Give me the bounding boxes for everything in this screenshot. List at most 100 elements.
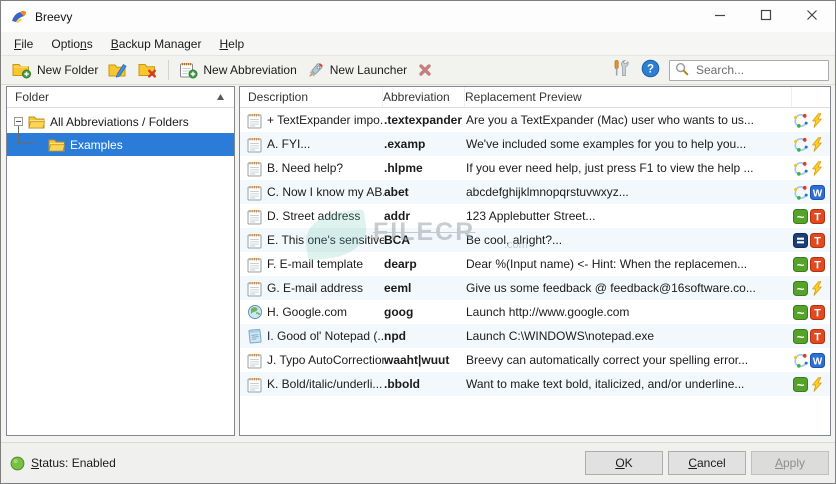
memo-icon — [247, 352, 267, 369]
settings-tools-icon[interactable] — [611, 59, 632, 81]
close-button[interactable] — [789, 1, 835, 32]
menu-item-help[interactable]: Help — [210, 34, 253, 54]
new-folder-icon — [12, 61, 32, 79]
toolbar-separator — [168, 60, 170, 80]
column-header-replacement-preview[interactable]: Replacement Preview — [465, 87, 792, 107]
svg-text:~: ~ — [797, 257, 805, 272]
table-row[interactable]: F. E-mail template dearp Dear %(Input name… — [240, 252, 830, 276]
row-preview: Be cool, alright?... — [466, 233, 563, 247]
breevy-window: Breevy File Options Backup Manager Help … — [0, 0, 836, 484]
memo-icon — [247, 280, 267, 297]
column-header-abbreviation[interactable]: Abbreviation — [383, 87, 465, 107]
svg-text:~: ~ — [797, 209, 805, 224]
row-preview: If you ever need help, just press F1 to … — [466, 161, 754, 175]
row-description: K. Bold/italic/underli... — [267, 377, 383, 391]
row-description: D. Street address — [267, 209, 361, 223]
svg-text:~: ~ — [797, 281, 805, 296]
abbreviation-table-body: + TextExpander impo... .textexpander Are y… — [240, 108, 830, 435]
rocket-icon — [307, 61, 325, 79]
row-description: G. E-mail address — [267, 281, 364, 295]
row-flags: W — [790, 352, 830, 368]
word-formatting-icon: W — [810, 352, 825, 368]
table-row[interactable]: G. E-mail address eeml Give us some feedba… — [240, 276, 830, 300]
memo-icon — [247, 136, 267, 153]
sync-circle-icon — [793, 161, 808, 176]
collapse-expander-icon[interactable] — [14, 117, 23, 126]
table-row[interactable]: E. This one's sensitive! BCA Be cool, alri… — [240, 228, 830, 252]
folder-header-label: Folder — [15, 90, 50, 104]
table-row[interactable]: J. Typo AutoCorrection waaht|wuut Breevy c… — [240, 348, 830, 372]
menu-item-backup-manager[interactable]: Backup Manager — [102, 34, 211, 54]
delete-x-icon — [417, 62, 433, 78]
svg-text:?: ? — [647, 64, 654, 76]
svg-text:T: T — [814, 211, 821, 223]
globe-icon — [247, 304, 267, 320]
table-row[interactable]: D. Street address addr 123 Applebutter Str… — [240, 204, 830, 228]
row-flags — [790, 112, 830, 128]
table-row[interactable]: C. Now I know my AB... abet abcdefghijklmn… — [240, 180, 830, 204]
column-header-description[interactable]: Description — [248, 87, 383, 107]
lightning-icon — [810, 160, 825, 176]
row-flags: T — [790, 232, 830, 248]
text-formatting-icon: T — [810, 208, 825, 224]
sort-ascending-icon — [216, 93, 225, 101]
table-row[interactable]: A. FYI... .examp We've included some examp… — [240, 132, 830, 156]
toolbar-right-group: ? — [611, 59, 829, 81]
svg-text:T: T — [814, 259, 821, 271]
table-row[interactable]: B. Need help? .hlpme If you ever need help… — [240, 156, 830, 180]
new-launcher-button[interactable]: New Launcher — [302, 59, 412, 81]
delete-folder-button[interactable] — [133, 59, 163, 81]
status-text: Status: Enabled — [31, 456, 116, 470]
ok-button[interactable]: OK — [585, 451, 663, 475]
row-description: + TextExpander impo... — [267, 113, 384, 127]
folder-panel: Folder All Abbreviations / Folders Examp… — [6, 86, 235, 436]
statusbar: Status: Enabled OK Cancel Apply — [1, 442, 835, 483]
titlebar: Breevy — [1, 1, 835, 32]
table-row[interactable]: K. Bold/italic/underli... .bbold Want to m… — [240, 372, 830, 396]
svg-text:T: T — [814, 331, 821, 343]
window-title: Breevy — [35, 9, 73, 24]
table-row[interactable]: I. Good ol' Notepad (... npd Launch C:\WIN… — [240, 324, 830, 348]
label-text: O — [615, 456, 625, 470]
row-abbreviation: goog — [384, 305, 414, 319]
label-text: B — [110, 36, 119, 51]
new-abbreviation-button[interactable]: New Abbreviation — [174, 59, 301, 81]
tilde-icon: ~ — [793, 376, 808, 392]
breevy-app-icon — [10, 8, 28, 26]
label-text: K — [624, 456, 633, 470]
row-preview: abcdefghijklmnopqrstuvwxyz... — [466, 185, 629, 199]
memo-icon — [247, 232, 267, 249]
new-folder-button[interactable]: New Folder — [7, 59, 103, 81]
search-input[interactable] — [694, 62, 823, 78]
table-row[interactable]: + TextExpander impo... .textexpander Are y… — [240, 108, 830, 132]
search-box[interactable] — [669, 59, 829, 81]
row-flags: W — [790, 184, 830, 200]
cancel-button[interactable]: Cancel — [668, 451, 746, 475]
menu-item-options[interactable]: Options — [42, 34, 101, 54]
text-formatting-icon: T — [810, 256, 825, 272]
svg-text:W: W — [813, 188, 823, 199]
help-icon[interactable]: ? — [641, 59, 660, 81]
apply-button[interactable]: Apply — [751, 451, 829, 475]
edit-folder-button[interactable] — [103, 59, 133, 81]
delete-abbreviation-button[interactable] — [412, 60, 438, 80]
row-preview: We've included some examples for you to … — [466, 137, 747, 151]
minimize-button[interactable] — [697, 1, 743, 32]
folder-icon — [48, 138, 65, 152]
menu-item-file[interactable]: File — [5, 34, 42, 54]
label-text: s — [86, 36, 93, 51]
row-preview: 123 Applebutter Street... — [466, 209, 596, 223]
folder-column-header[interactable]: Folder — [7, 87, 234, 108]
table-row[interactable]: H. Google.com goog Launch http://www.googl… — [240, 300, 830, 324]
svg-text:~: ~ — [797, 305, 805, 320]
sync-circle-icon — [793, 137, 808, 152]
label-text: ackup Manager — [118, 36, 202, 51]
label-text: ancel — [696, 456, 726, 470]
notepad-icon — [247, 328, 267, 344]
label-text: ile — [21, 36, 34, 51]
maximize-button[interactable] — [743, 1, 789, 32]
svg-text:T: T — [814, 235, 821, 247]
tree-item-all-abbreviations[interactable]: All Abbreviations / Folders — [7, 110, 234, 133]
tree-item-examples[interactable]: Examples — [7, 126, 234, 156]
row-preview: Give us some feedback @ feedback@16softw… — [466, 281, 756, 295]
